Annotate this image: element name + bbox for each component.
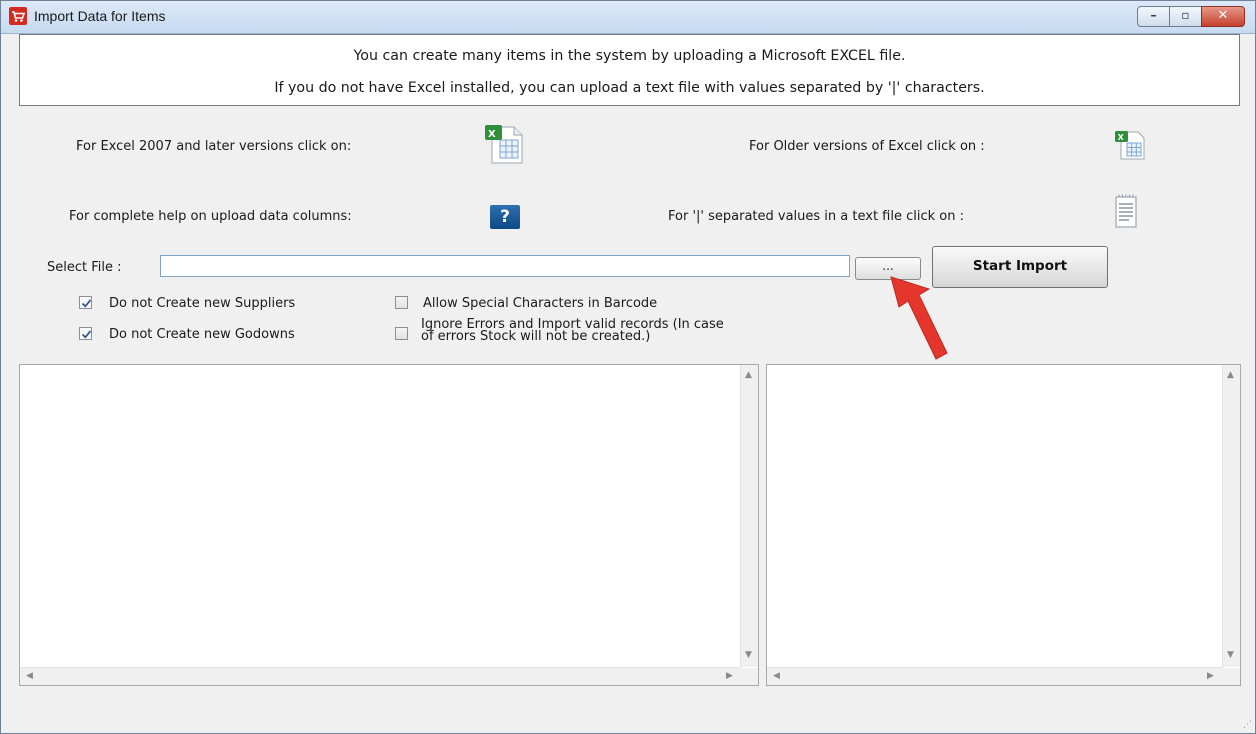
file-path-input[interactable]	[160, 255, 850, 277]
scroll-left-arrow-icon[interactable]: ◀	[773, 672, 780, 681]
left-results-panel[interactable]: ▲ ▼ ◀ ▶	[19, 364, 759, 686]
info-line-excel: You can create many items in the system …	[353, 48, 906, 64]
help-label: For complete help on upload data columns…	[69, 209, 352, 224]
scroll-corner	[1223, 668, 1240, 685]
window-title: Import Data for Items	[34, 8, 166, 24]
ignore-errors-checkbox[interactable]	[395, 327, 408, 340]
scroll-down-arrow-icon[interactable]: ▼	[1227, 651, 1234, 660]
minimize-button[interactable]: –	[1137, 6, 1170, 27]
scroll-down-arrow-icon[interactable]: ▼	[745, 651, 752, 660]
scroll-up-arrow-icon[interactable]: ▲	[745, 371, 752, 380]
select-file-label: Select File :	[47, 260, 122, 275]
maximize-icon: ▫	[1181, 8, 1190, 22]
scroll-right-arrow-icon[interactable]: ▶	[726, 672, 733, 681]
left-horizontal-scrollbar[interactable]: ◀ ▶	[20, 667, 741, 685]
older-excel-label: For Older versions of Excel click on :	[749, 139, 985, 154]
info-box: You can create many items in the system …	[19, 34, 1240, 106]
shopping-cart-icon	[9, 7, 27, 25]
excel-xlsx-icon[interactable]: X	[484, 123, 523, 164]
right-vertical-scrollbar[interactable]: ▲ ▼	[1222, 365, 1240, 667]
suppliers-checkbox-label: Do not Create new Suppliers	[109, 296, 296, 311]
minimize-icon: –	[1150, 8, 1157, 22]
ignore-errors-label-line2: of errors Stock will not be created.)	[421, 329, 651, 344]
special-chars-checkbox[interactable]	[395, 296, 408, 309]
checkmark-icon	[81, 299, 92, 308]
excel-xls-icon[interactable]: X	[1114, 129, 1146, 169]
godowns-checkbox-label: Do not Create new Godowns	[109, 327, 295, 342]
checkmark-icon	[81, 330, 92, 339]
svg-text:X: X	[488, 129, 496, 140]
scroll-corner	[741, 668, 758, 685]
info-line-text: If you do not have Excel installed, you …	[274, 80, 985, 96]
right-horizontal-scrollbar[interactable]: ◀ ▶	[767, 667, 1223, 685]
excel2007-label: For Excel 2007 and later versions click …	[76, 139, 352, 154]
close-icon: ✕	[1217, 8, 1229, 23]
scroll-up-arrow-icon[interactable]: ▲	[1227, 371, 1234, 380]
annotation-arrow	[881, 271, 961, 370]
import-dialog: Import Data for Items – ▫ ✕ You can crea…	[0, 0, 1256, 734]
text-file-icon[interactable]	[1113, 194, 1145, 234]
godowns-checkbox[interactable]	[79, 327, 92, 340]
text-file-label: For '|' separated values in a text file …	[668, 209, 964, 224]
scroll-right-arrow-icon[interactable]: ▶	[1207, 672, 1214, 681]
close-button[interactable]: ✕	[1201, 6, 1245, 27]
maximize-button[interactable]: ▫	[1169, 6, 1202, 27]
ignore-errors-checkbox-label: Ignore Errors and Import valid records (…	[421, 318, 724, 344]
svg-text:X: X	[1118, 133, 1125, 142]
title-bar[interactable]: Import Data for Items – ▫ ✕	[1, 1, 1255, 34]
scroll-left-arrow-icon[interactable]: ◀	[26, 672, 33, 681]
right-results-panel[interactable]: ▲ ▼ ◀ ▶	[766, 364, 1241, 686]
help-question-icon[interactable]: ?	[490, 205, 520, 229]
window-controls: – ▫ ✕	[1137, 6, 1245, 27]
special-chars-checkbox-label: Allow Special Characters in Barcode	[423, 296, 658, 311]
resize-grip-icon[interactable]: ⋰	[1243, 720, 1252, 730]
left-vertical-scrollbar[interactable]: ▲ ▼	[740, 365, 758, 667]
suppliers-checkbox[interactable]	[79, 296, 92, 309]
